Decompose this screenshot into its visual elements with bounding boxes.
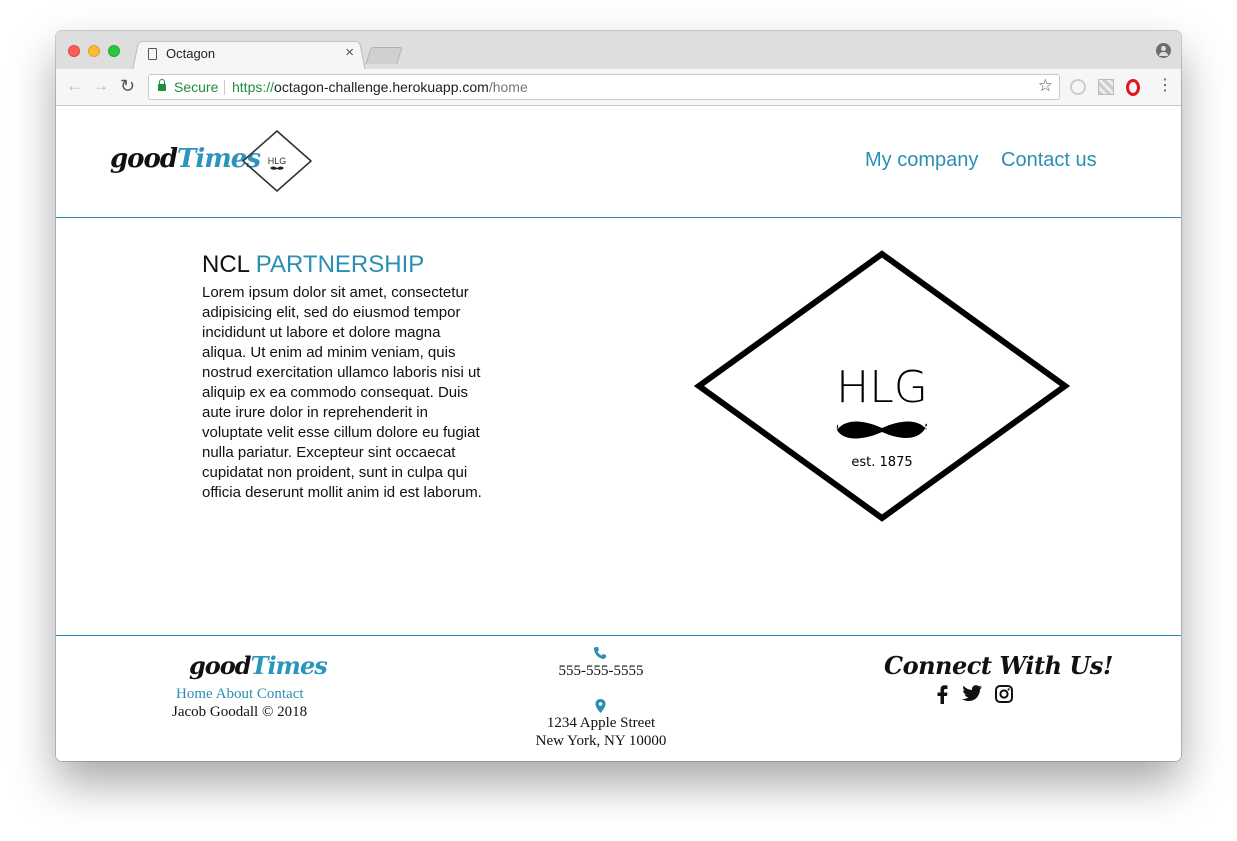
tab-title: Octagon <box>166 46 216 61</box>
browser-window: Octagon × ← → ↻ Secure https://octagon-c… <box>56 31 1181 761</box>
page-icon <box>148 48 157 60</box>
logo-good: good <box>110 144 178 174</box>
extension-icon[interactable] <box>1070 79 1086 95</box>
web-page: goodTimes HLG My company Contact us NCL … <box>56 106 1181 761</box>
facebook-icon[interactable] <box>937 685 948 704</box>
instagram-icon[interactable] <box>995 685 1013 703</box>
browser-toolbar: ← → ↻ Secure https://octagon-challenge.h… <box>56 69 1181 106</box>
phone-icon <box>594 647 606 659</box>
small-badge-letters: HLG <box>268 156 287 166</box>
nav-contact-us[interactable]: Contact us <box>1001 149 1097 172</box>
heading-plain: NCL <box>202 251 250 278</box>
address-separator <box>224 80 225 95</box>
new-tab-button[interactable] <box>365 47 403 64</box>
tab-octagon[interactable]: Octagon × <box>144 39 356 69</box>
footer-link-contact[interactable]: Contact <box>257 686 304 702</box>
back-arrow-icon[interactable]: ← <box>66 77 83 95</box>
nav-my-company[interactable]: My company <box>865 149 978 172</box>
close-window-button[interactable] <box>68 45 80 57</box>
map-pin-icon <box>595 699 606 713</box>
site-footer: goodTimes Home About Contact Jacob Gooda… <box>56 635 1181 761</box>
heading-accent: PARTNERSHIP <box>255 251 425 278</box>
footer-address-line1: 1234 Apple Street <box>546 715 656 731</box>
hlg-small-logo[interactable]: HLG <box>242 130 312 192</box>
badge-letters: HLG <box>836 362 928 413</box>
url-scheme: https:// <box>232 79 275 95</box>
tab-bar: Octagon × <box>56 31 1181 71</box>
opera-icon[interactable] <box>1126 79 1140 96</box>
badge-est: est. 1875 <box>851 455 912 470</box>
url-path: /home <box>488 79 528 95</box>
tab-close-icon[interactable]: × <box>345 44 354 61</box>
reload-icon[interactable]: ↻ <box>120 77 135 95</box>
mustache-icon <box>836 421 927 439</box>
url-host: octagon-challenge.herokuapp.com <box>274 79 489 95</box>
goodtimes-logo[interactable]: goodTimes <box>110 144 261 174</box>
extension-grid-icon[interactable] <box>1098 79 1114 95</box>
minimize-window-button[interactable] <box>88 45 100 57</box>
address-bar[interactable]: Secure https://octagon-challenge.herokua… <box>148 74 1060 100</box>
menu-kebab-icon[interactable]: ⋮ <box>1157 77 1173 95</box>
footer-link-about[interactable]: About <box>216 686 254 702</box>
connect-heading: Connect With Us! <box>884 651 1113 680</box>
footer-links: Home About Contact <box>176 686 304 703</box>
section-heading: NCL PARTNERSHIP <box>202 251 424 279</box>
maximize-window-button[interactable] <box>108 45 120 57</box>
profile-icon[interactable] <box>1156 43 1171 58</box>
twitter-icon[interactable] <box>962 685 982 702</box>
footer-link-home[interactable]: Home <box>176 686 213 702</box>
lock-icon <box>158 79 166 91</box>
hlg-badge-large: HLG est. 1875 <box>694 250 1070 522</box>
forward-arrow-icon[interactable]: → <box>92 77 109 95</box>
bookmark-star-icon[interactable]: ☆ <box>1038 76 1053 96</box>
section-body: Lorem ipsum dolor sit amet, consectetur … <box>202 284 482 501</box>
footer-address-line2: New York, NY 10000 <box>535 733 667 749</box>
url-text[interactable]: https://octagon-challenge.herokuapp.com/… <box>232 79 528 95</box>
site-header: goodTimes HLG My company Contact us <box>56 106 1181 218</box>
secure-label: Secure <box>174 79 219 95</box>
